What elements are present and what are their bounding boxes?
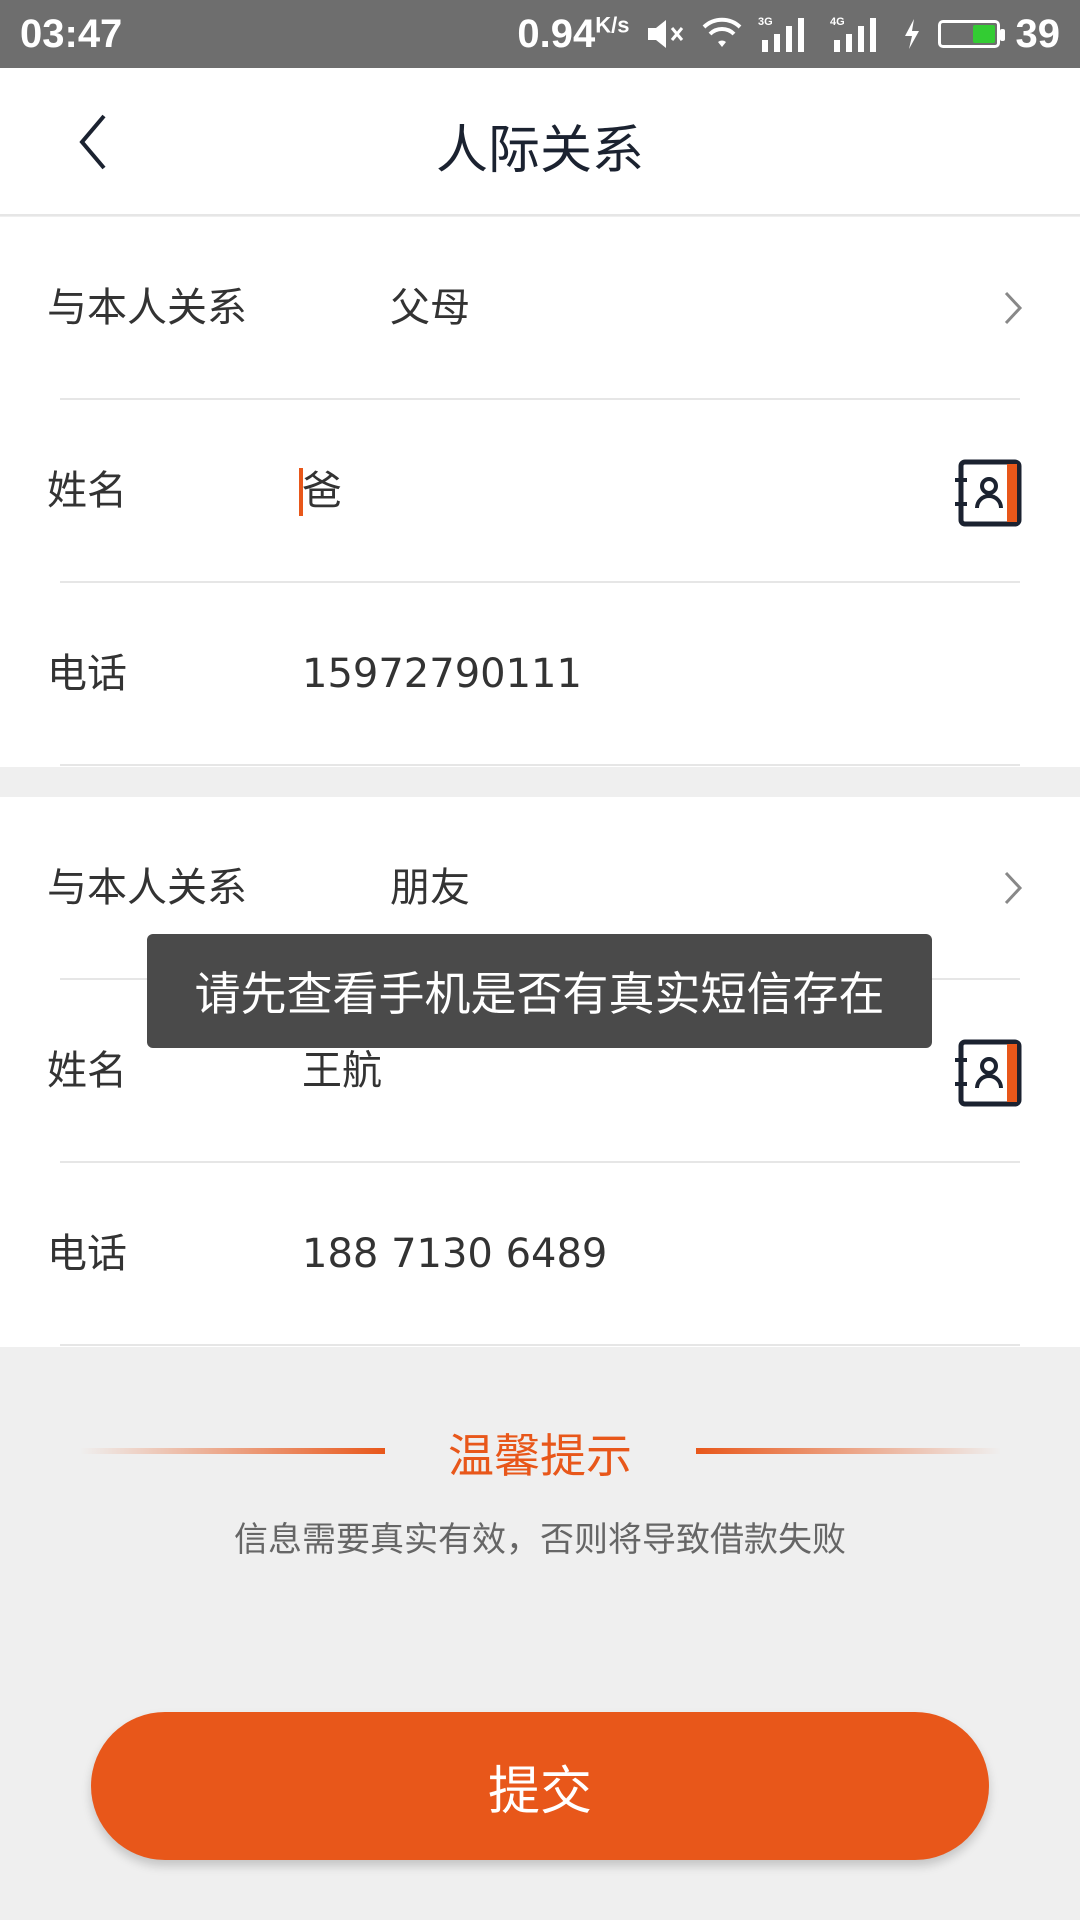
network-3g-label: 3G bbox=[758, 16, 773, 28]
wifi-icon bbox=[702, 17, 742, 51]
divider bbox=[60, 1344, 1020, 1346]
submit-button[interactable]: 提交 bbox=[91, 1712, 989, 1860]
contact-card-1: 与本人关系 父母 姓名 爸 电话 15972790111 bbox=[0, 217, 1080, 767]
tip-decor-line-right bbox=[696, 1448, 1001, 1454]
chevron-right-icon bbox=[1004, 871, 1023, 905]
status-time: 03:47 bbox=[20, 11, 123, 56]
status-icons: 0.94K/s 3G 4G 39 bbox=[517, 12, 1060, 57]
name-row: 姓名 爸 bbox=[0, 400, 1080, 583]
phone-row: 电话 188 7130 6489 bbox=[0, 1163, 1080, 1346]
speed-unit: K/s bbox=[595, 12, 630, 38]
phone-row: 电话 15972790111 bbox=[0, 583, 1080, 766]
divider bbox=[60, 764, 1020, 766]
phone-input[interactable]: 15972790111 bbox=[302, 583, 582, 766]
page-title: 人际关系 bbox=[435, 121, 644, 181]
relation-row[interactable]: 与本人关系 父母 bbox=[0, 217, 1080, 400]
battery-percent: 39 bbox=[1015, 11, 1061, 56]
app-header: 人际关系 bbox=[0, 68, 1080, 216]
phone-label: 电话 bbox=[47, 651, 127, 697]
network-speed: 0.94K/s bbox=[517, 11, 630, 56]
mute-icon bbox=[646, 17, 686, 51]
contact-book-icon[interactable] bbox=[955, 458, 1025, 528]
toast-message: 请先查看手机是否有真实短信存在 bbox=[147, 934, 932, 1048]
tip-text: 信息需要真实有效，否则将导致借款失败 bbox=[234, 1520, 846, 1560]
phone-input[interactable]: 188 7130 6489 bbox=[302, 1163, 607, 1346]
signal-3g-icon: 3G bbox=[758, 14, 814, 54]
relation-label: 与本人关系 bbox=[47, 285, 247, 331]
chevron-right-icon bbox=[1004, 291, 1023, 325]
battery-icon bbox=[937, 20, 1005, 48]
phone-label: 电话 bbox=[47, 1231, 127, 1277]
contact-book-icon[interactable] bbox=[955, 1038, 1025, 1108]
network-4g-label: 4G bbox=[830, 16, 845, 28]
status-bar: 03:47 0.94K/s 3G 4G 39 bbox=[0, 0, 1080, 68]
name-input[interactable]: 爸 bbox=[302, 400, 342, 583]
name-label: 姓名 bbox=[47, 468, 127, 514]
name-label: 姓名 bbox=[47, 1048, 127, 1094]
signal-4g-icon: 4G bbox=[830, 14, 886, 54]
battery-level bbox=[972, 25, 995, 43]
contact-card-2: 与本人关系 朋友 姓名 王航 电话 188 7130 6489 bbox=[0, 797, 1080, 1347]
relation-value: 父母 bbox=[390, 285, 470, 331]
charging-icon bbox=[902, 17, 922, 51]
